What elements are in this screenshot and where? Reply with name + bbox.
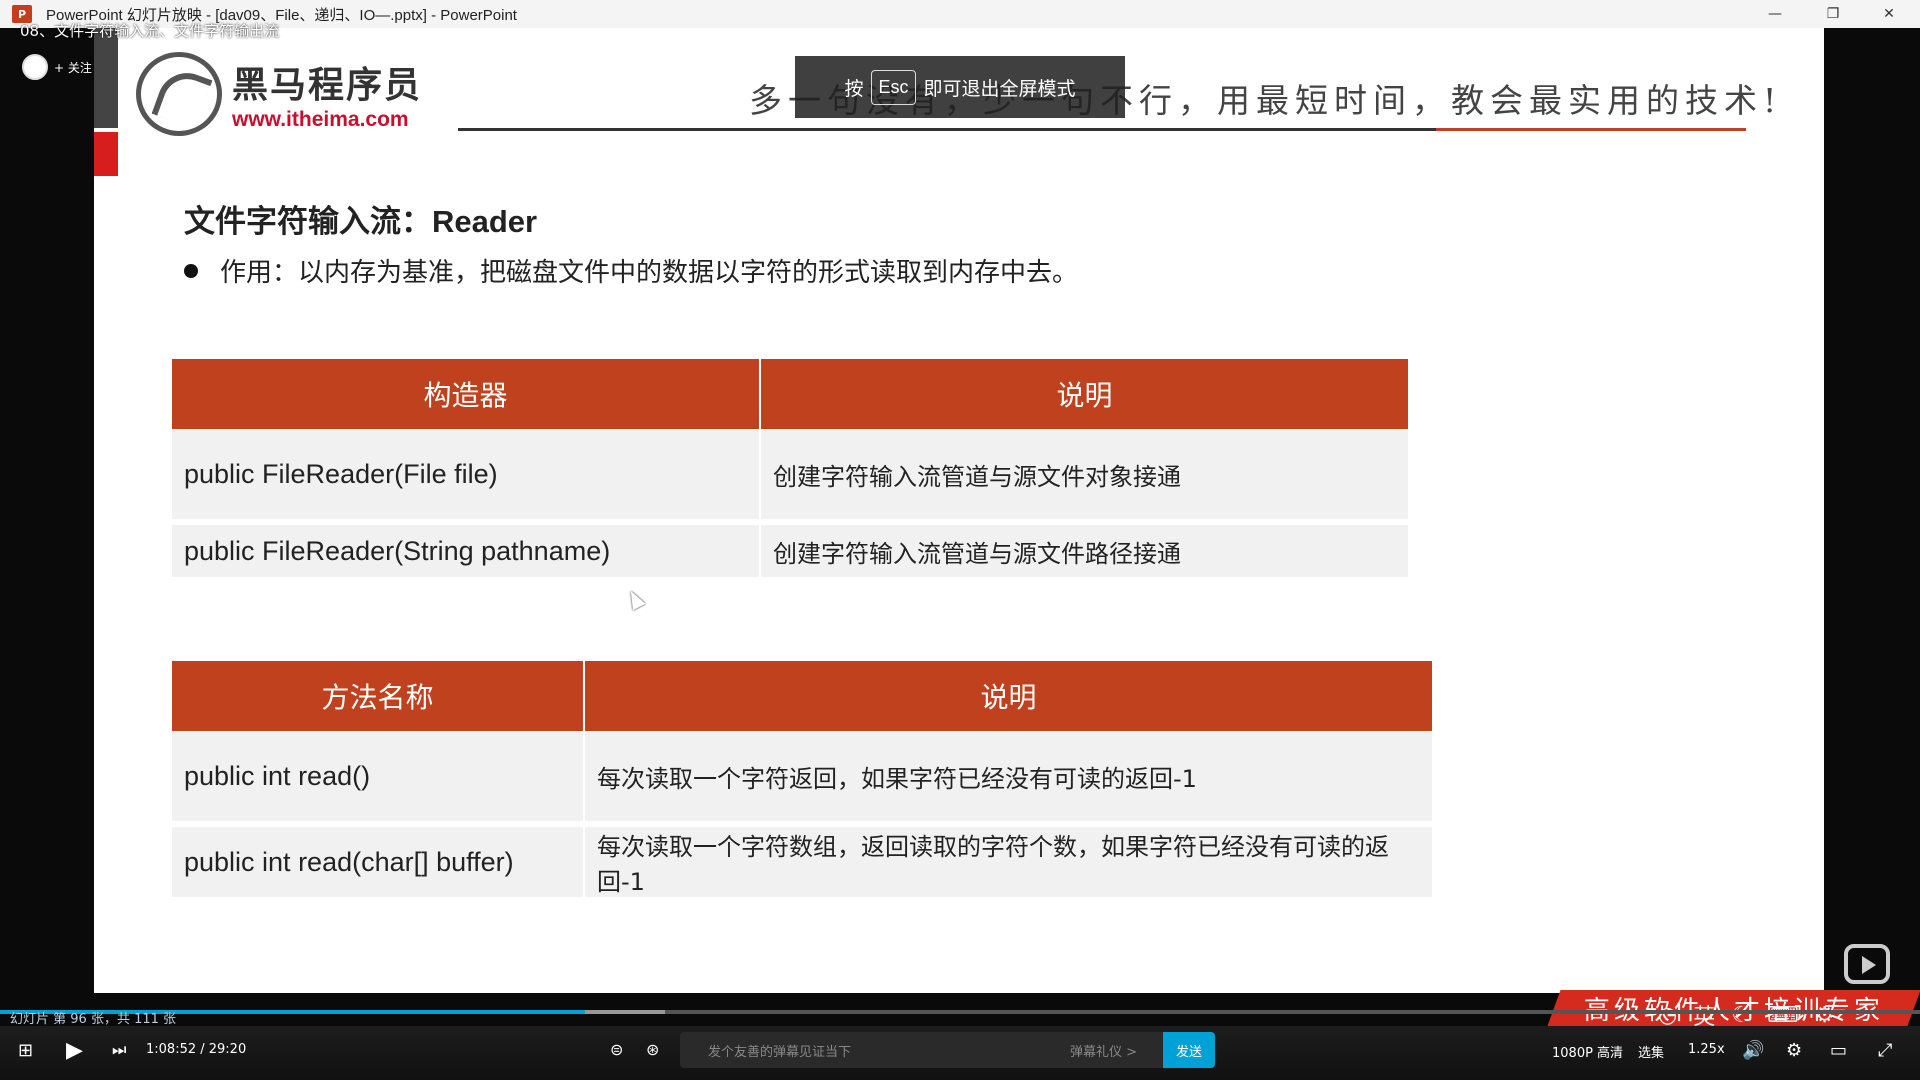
close-button[interactable]: ✕ bbox=[1866, 0, 1912, 28]
heading-en: Reader bbox=[432, 204, 538, 239]
brand-url: www.itheima.com bbox=[232, 108, 409, 131]
table-cell: 创建字符输入流管道与源文件路径接通 bbox=[759, 525, 1408, 577]
avatar[interactable] bbox=[22, 54, 48, 80]
keyboard-icon[interactable]: ⌨ bbox=[1767, 1003, 1799, 1028]
table-row: public int read(char[] buffer) 每次读取一个字符数… bbox=[172, 827, 1432, 897]
screen: P PowerPoint 幻灯片放映 - [dav09、File、递归、IO—.… bbox=[0, 0, 1920, 1080]
table-cell: public FileReader(String pathname) bbox=[172, 525, 759, 577]
pip-icon[interactable]: ▭ bbox=[1830, 1040, 1847, 1061]
bullet-point: 作用：以内存为基准，把磁盘文件中的数据以字符的形式读取到内存中去。 bbox=[184, 252, 1078, 289]
horse-logo-icon bbox=[136, 52, 222, 136]
brand-logo: 黑马程序员 www.itheima.com bbox=[136, 52, 422, 136]
brand-name: 黑马程序员 bbox=[232, 65, 423, 106]
table-cell: 每次读取一个字符数组，返回读取的字符个数，如果字符已经没有可读的返回-1 bbox=[583, 827, 1432, 897]
table-row: public int read() 每次读取一个字符返回，如果字符已经没有可读的… bbox=[172, 731, 1432, 827]
table-row: public FileReader(String pathname) 创建字符输… bbox=[172, 525, 1408, 577]
table-header: 构造器 bbox=[172, 359, 759, 429]
slide: 黑马程序员 www.itheima.com 多一句没有，少一句不行，用最短时间，… bbox=[94, 28, 1920, 1026]
gear-icon[interactable]: ⚙ bbox=[1815, 1003, 1835, 1028]
progress-buffer bbox=[585, 1010, 665, 1014]
video-title: 08、文件字符输入流、文件字符输出流 bbox=[20, 22, 280, 40]
time-display: 1:08:52 / 29:20 bbox=[146, 1042, 247, 1057]
table-cell: public FileReader(File file) bbox=[172, 429, 759, 525]
video-progress-bar[interactable] bbox=[0, 1010, 1920, 1014]
episodes-button[interactable]: 选集 bbox=[1638, 1042, 1664, 1061]
method-table: 方法名称 说明 public int read() 每次读取一个字符返回，如果字… bbox=[172, 661, 1432, 897]
bullet-text: 作用：以内存为基准，把磁盘文件中的数据以字符的形式读取到内存中去。 bbox=[220, 258, 1079, 288]
header-rule bbox=[458, 128, 1746, 131]
danmaku-input[interactable]: 发个友善的弹幕见证当下 弹幕礼仪 > bbox=[680, 1032, 1215, 1068]
quality-selector[interactable]: 1080P 高清 bbox=[1552, 1042, 1623, 1061]
windows-start-icon[interactable]: ⊞ bbox=[18, 1040, 33, 1061]
danmaku-settings-icon[interactable]: ⊛ bbox=[646, 1040, 659, 1059]
restore-button[interactable]: ❐ bbox=[1810, 0, 1856, 28]
fullscreen-icon[interactable]: ⤢ bbox=[1878, 1040, 1892, 1061]
table-header: 说明 bbox=[583, 661, 1432, 731]
bullet-dot-icon bbox=[184, 263, 198, 278]
table-cell: public int read() bbox=[172, 731, 583, 827]
speed-selector[interactable]: 1.25x bbox=[1688, 1042, 1725, 1057]
table-header: 方法名称 bbox=[172, 661, 583, 731]
window-titlebar: P PowerPoint 幻灯片放映 - [dav09、File、递归、IO—.… bbox=[0, 0, 1920, 28]
esc-key: Esc bbox=[871, 69, 916, 105]
table-cell: 每次读取一个字符返回，如果字符已经没有可读的返回-1 bbox=[583, 731, 1432, 827]
table-row: public FileReader(File file) 创建字符输入流管道与源… bbox=[172, 429, 1408, 525]
slide-side-bar bbox=[94, 28, 118, 128]
next-icon[interactable]: ⏭ bbox=[112, 1040, 126, 1060]
play-icon[interactable]: ▶ bbox=[66, 1038, 83, 1063]
constructor-table: 构造器 说明 public FileReader(File file) 创建字符… bbox=[172, 359, 1408, 577]
uploader: + 关注 bbox=[22, 54, 92, 80]
etiquette-link[interactable]: 弹幕礼仪 > bbox=[1070, 1041, 1137, 1060]
table-cell: public int read(char[] buffer) bbox=[172, 827, 583, 897]
table-cell: 创建字符输入流管道与源文件对象接通 bbox=[759, 429, 1408, 525]
heading-cn: 文件字符输入流： bbox=[184, 204, 432, 240]
minimize-button[interactable]: — bbox=[1752, 0, 1798, 28]
follow-button[interactable]: + 关注 bbox=[54, 59, 92, 76]
volume-icon[interactable]: 🔊 bbox=[1742, 1040, 1764, 1061]
ime-logo-icon[interactable]: ◔ bbox=[1658, 1003, 1677, 1028]
moon-icon[interactable]: ☾ bbox=[1731, 1003, 1751, 1028]
slide-red-marker bbox=[94, 132, 118, 176]
danmaku-toggle-icon[interactable]: ⊜ bbox=[610, 1040, 623, 1059]
send-button[interactable]: 发送 bbox=[1163, 1032, 1215, 1068]
bilibili-tv-icon[interactable] bbox=[1844, 944, 1890, 984]
esc-fullscreen-tip: 按 Esc 即可退出全屏模式 bbox=[795, 56, 1125, 118]
settings-icon[interactable]: ⚙ bbox=[1786, 1040, 1802, 1061]
slide-counter: 幻灯片 第 96 张，共 111 张 bbox=[10, 1012, 177, 1027]
slide-heading: 文件字符输入流：Reader bbox=[184, 196, 537, 241]
table-header: 说明 bbox=[759, 359, 1408, 429]
